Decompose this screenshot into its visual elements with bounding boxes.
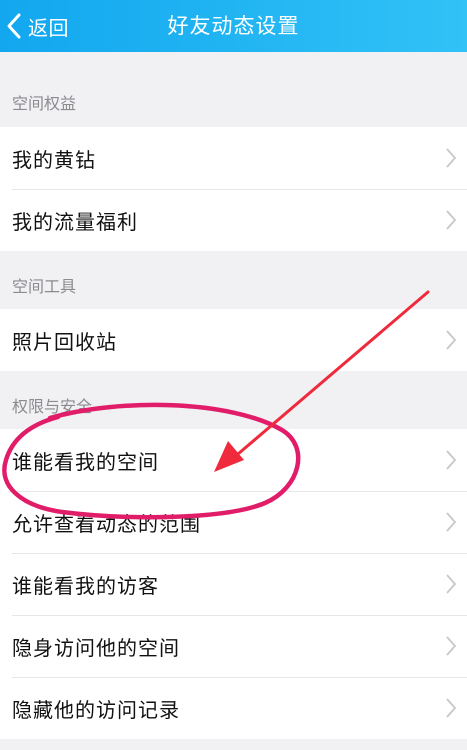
row-photo-recycle-bin[interactable]: 照片回收站 [0,309,467,371]
settings-list: 空间权益 我的黄钻 我的流量福利 空间工具 照片回收站 权限与安全 谁能看我的空… [0,52,467,739]
row-label: 隐藏他的访问记录 [12,697,180,722]
row-who-can-view-my-visitors[interactable]: 谁能看我的访客 [0,553,467,615]
row-label: 允许查看动态的范围 [12,511,201,536]
row-label: 隐身访问他的空间 [12,635,180,660]
back-label: 返回 [28,15,69,40]
chevron-right-icon [445,209,457,231]
back-button[interactable]: 返回 [4,0,69,52]
chevron-right-icon [445,449,457,471]
chevron-right-icon [445,329,457,351]
row-hide-visit-records[interactable]: 隐藏他的访问记录 [0,677,467,739]
row-allowed-feed-range[interactable]: 允许查看动态的范围 [0,491,467,553]
row-my-data-benefits[interactable]: 我的流量福利 [0,189,467,251]
chevron-right-icon [445,697,457,719]
chevron-right-icon [445,635,457,657]
row-label: 照片回收站 [12,329,117,354]
section-title-space-tools: 空间工具 [0,251,467,309]
row-label: 我的黄钻 [12,147,96,172]
row-who-can-view-my-space[interactable]: 谁能看我的空间 [0,429,467,491]
chevron-right-icon [445,147,457,169]
row-label: 谁能看我的访客 [12,573,159,598]
row-invisible-visit[interactable]: 隐身访问他的空间 [0,615,467,677]
row-label: 我的流量福利 [12,209,138,234]
section-title-permissions-security: 权限与安全 [0,371,467,429]
row-my-yellow-diamond[interactable]: 我的黄钻 [0,127,467,189]
page-title: 好友动态设置 [167,14,300,38]
chevron-left-icon [4,11,26,41]
top-navigation-bar: 返回 好友动态设置 [0,0,467,52]
chevron-right-icon [445,511,457,533]
row-label: 谁能看我的空间 [12,449,159,474]
section-title-space-benefits: 空间权益 [0,52,467,127]
chevron-right-icon [445,573,457,595]
